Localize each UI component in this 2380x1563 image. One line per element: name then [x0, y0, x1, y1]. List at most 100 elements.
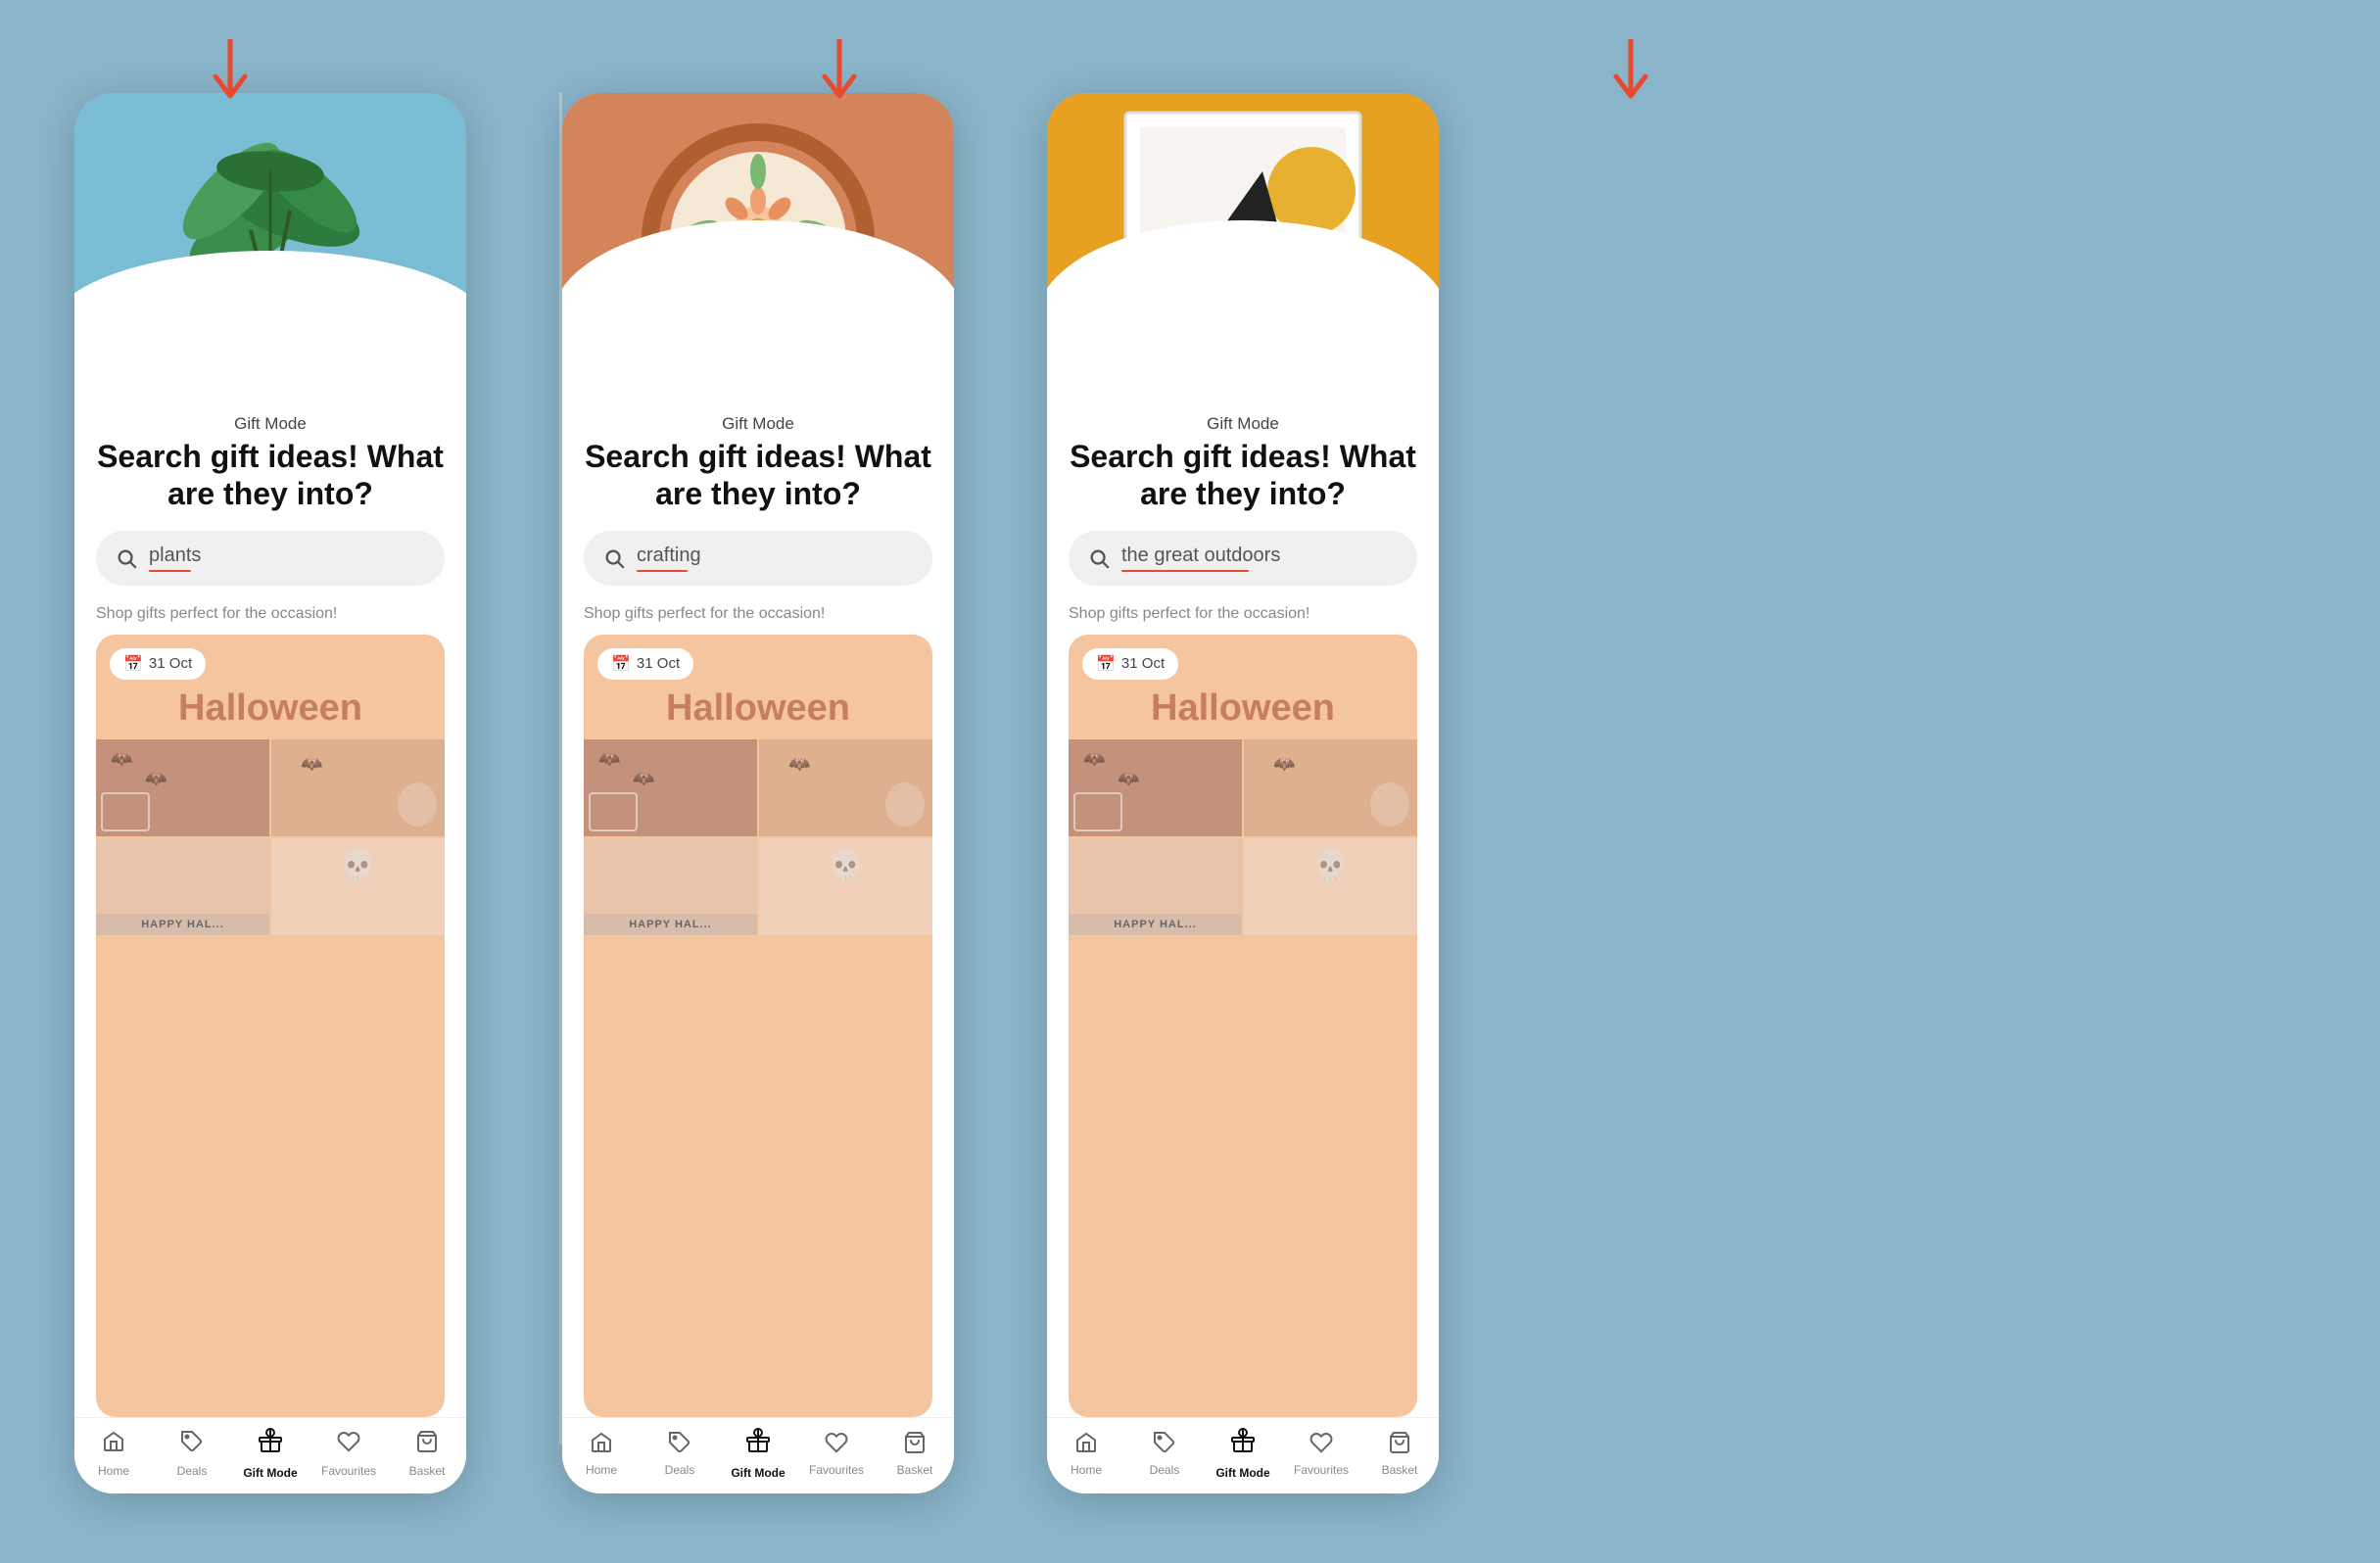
- search-underline-1: [149, 570, 191, 572]
- date-text-3: 31 Oct: [1121, 655, 1165, 672]
- hal-img-2d: 💀: [759, 838, 932, 935]
- occasion-label-3: Shop gifts perfect for the occasion!: [1069, 605, 1417, 623]
- giftmode-icon-3: [1229, 1428, 1257, 1462]
- halloween-title-1: Halloween: [96, 680, 445, 739]
- nav-label-favourites-3: Favourites: [1294, 1463, 1349, 1477]
- gift-mode-label-3: Gift Mode: [1069, 414, 1417, 434]
- phone-outdoors: Gift Mode Search gift ideas! What are th…: [1047, 93, 1439, 1493]
- halloween-card-3: 📅 31 Oct Halloween 🦇 🦇 🦇 HAPPY: [1069, 635, 1417, 1417]
- arrow-indicator-1: [206, 39, 255, 119]
- nav-basket-2[interactable]: Basket: [885, 1431, 944, 1477]
- bottom-nav-2: Home Deals: [562, 1417, 954, 1493]
- bat-deco-4: 🦇: [598, 749, 620, 770]
- giftmode-icon-2: [744, 1428, 772, 1462]
- search-icon-2: [603, 547, 625, 569]
- nav-giftmode-1[interactable]: Gift Mode: [241, 1428, 300, 1480]
- search-underline-3: [1121, 570, 1249, 572]
- nav-label-home-2: Home: [586, 1463, 617, 1477]
- favourites-icon-2: [825, 1431, 848, 1459]
- search-icon-3: [1088, 547, 1110, 569]
- favourites-icon-3: [1309, 1431, 1333, 1459]
- phone-hero-crafting: [562, 93, 954, 406]
- nav-label-giftmode-1: Gift Mode: [243, 1466, 297, 1480]
- bat-deco-9: 🦇: [1273, 754, 1295, 775]
- search-text-crafting: crafting: [637, 545, 701, 567]
- nav-favourites-2[interactable]: Favourites: [807, 1431, 866, 1477]
- phones-container: Gift Mode Search gift ideas! What are th…: [0, 0, 2380, 1563]
- nav-favourites-1[interactable]: Favourites: [319, 1430, 378, 1478]
- hal-img-3b: 🦇: [1244, 739, 1417, 836]
- halloween-images-1: 🦇 🦇 🦇 HAPPY HAL... 💀: [96, 739, 445, 935]
- gift-mode-label-2: Gift Mode: [584, 414, 932, 434]
- arrow-indicator-2: [815, 39, 864, 119]
- bat-deco-6: 🦇: [788, 754, 810, 775]
- halloween-images-2: 🦇 🦇 🦇 HAPPY HAL... 💀: [584, 739, 932, 935]
- nav-giftmode-3[interactable]: Gift Mode: [1214, 1428, 1272, 1480]
- search-icon-1: [116, 547, 137, 569]
- hal-img-3c: HAPPY HAL...: [1069, 838, 1242, 935]
- phone-content-crafting: Gift Mode Search gift ideas! What are th…: [562, 406, 954, 1417]
- nav-label-favourites-2: Favourites: [809, 1463, 864, 1477]
- nav-label-deals-1: Deals: [177, 1464, 208, 1478]
- nav-deals-1[interactable]: Deals: [163, 1430, 221, 1478]
- basket-icon-3: [1388, 1431, 1411, 1459]
- nav-home-1[interactable]: Home: [84, 1430, 143, 1478]
- basket-icon-1: [415, 1430, 439, 1460]
- calendar-icon-1: 📅: [123, 654, 143, 674]
- hal-img-1a: 🦇 🦇: [96, 739, 269, 836]
- search-input-2: crafting: [637, 545, 701, 572]
- search-title-2: Search gift ideas! What are they into?: [584, 438, 932, 513]
- search-bar-plants[interactable]: plants: [96, 531, 445, 586]
- hal-img-2a: 🦇 🦇: [584, 739, 757, 836]
- hal-img-3a: 🦇 🦇: [1069, 739, 1242, 836]
- date-badge-1: 📅 31 Oct: [110, 648, 206, 680]
- bat-deco-3: 🦇: [301, 754, 322, 775]
- halloween-card-1: 📅 31 Oct Halloween 🦇 🦇 🦇: [96, 635, 445, 1417]
- nav-deals-3[interactable]: Deals: [1135, 1431, 1194, 1477]
- hal-img-1c: HAPPY HAL...: [96, 838, 269, 935]
- basket-icon-2: [903, 1431, 927, 1459]
- hero-image-outdoors: [1047, 93, 1439, 406]
- hal-img-3d: 💀: [1244, 838, 1417, 935]
- search-text-outdoors: the great outdoors: [1121, 545, 1280, 567]
- hero-image-crafting: [562, 93, 954, 406]
- nav-label-giftmode-3: Gift Mode: [1215, 1466, 1269, 1480]
- hal-img-2b: 🦇: [759, 739, 932, 836]
- home-icon-1: [102, 1430, 125, 1460]
- nav-home-3[interactable]: Home: [1057, 1431, 1116, 1477]
- occasion-label-2: Shop gifts perfect for the occasion!: [584, 605, 932, 623]
- phone-plants: Gift Mode Search gift ideas! What are th…: [74, 93, 466, 1493]
- nav-home-2[interactable]: Home: [572, 1431, 631, 1477]
- bat-deco-7: 🦇: [1083, 749, 1105, 770]
- home-icon-2: [590, 1431, 613, 1459]
- phone-hero-outdoors: [1047, 93, 1439, 406]
- nav-basket-3[interactable]: Basket: [1370, 1431, 1429, 1477]
- phone-crafting: Gift Mode Search gift ideas! What are th…: [562, 93, 954, 1493]
- nav-label-basket-2: Basket: [897, 1463, 933, 1477]
- nav-label-giftmode-2: Gift Mode: [731, 1466, 785, 1480]
- halloween-card-2: 📅 31 Oct Halloween 🦇 🦇 🦇 HAPPY: [584, 635, 932, 1417]
- deals-icon-3: [1153, 1431, 1176, 1459]
- nav-basket-1[interactable]: Basket: [398, 1430, 456, 1478]
- search-underline-2: [637, 570, 688, 572]
- nav-label-favourites-1: Favourites: [321, 1464, 376, 1478]
- date-badge-3: 📅 31 Oct: [1082, 648, 1178, 680]
- calendar-icon-3: 📅: [1096, 654, 1116, 674]
- bottom-nav-1: Home Deals: [74, 1417, 466, 1493]
- nav-giftmode-2[interactable]: Gift Mode: [729, 1428, 787, 1480]
- date-text-2: 31 Oct: [637, 655, 680, 672]
- nav-favourites-3[interactable]: Favourites: [1292, 1431, 1351, 1477]
- halloween-images-3: 🦇 🦇 🦇 HAPPY HAL... 💀: [1069, 739, 1417, 935]
- search-bar-outdoors[interactable]: the great outdoors: [1069, 531, 1417, 586]
- date-text-1: 31 Oct: [149, 655, 192, 672]
- bat-deco-8: 🦇: [1118, 769, 1139, 789]
- nav-label-home-1: Home: [98, 1464, 129, 1478]
- search-bar-crafting[interactable]: crafting: [584, 531, 932, 586]
- nav-label-deals-2: Deals: [665, 1463, 695, 1477]
- phone-content-outdoors: Gift Mode Search gift ideas! What are th…: [1047, 406, 1439, 1417]
- hero-image-plants: [74, 93, 466, 406]
- hal-img-1d: 💀: [271, 838, 445, 935]
- nav-deals-2[interactable]: Deals: [650, 1431, 709, 1477]
- arrow-indicator-3: [1606, 39, 1655, 119]
- hal-img-2c: HAPPY HAL...: [584, 838, 757, 935]
